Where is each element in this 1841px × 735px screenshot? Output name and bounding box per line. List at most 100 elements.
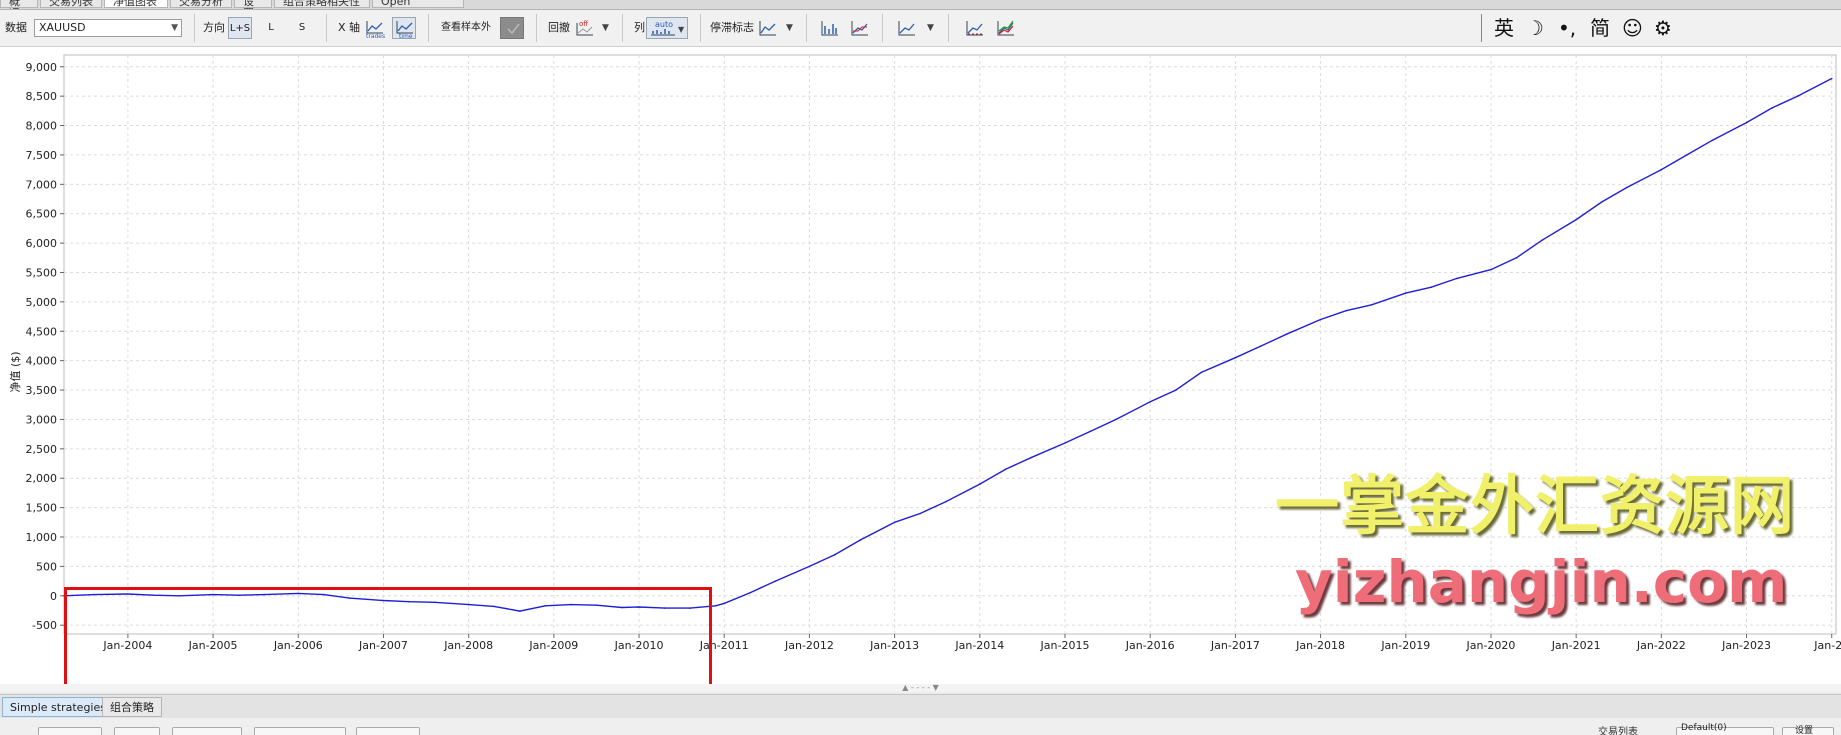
footer-button[interactable]: [172, 727, 242, 735]
equity-data-point: [1686, 154, 1688, 156]
toolbar-divider: [948, 14, 949, 42]
trades-chart-icon: trades: [366, 21, 385, 38]
footer-button[interactable]: [254, 727, 346, 735]
bar-chart-icon: [821, 21, 838, 36]
x-tick-label: Jan-2017: [1210, 639, 1260, 652]
y-tick-label: 7,000: [26, 178, 58, 191]
direction-long-short-button[interactable]: L+S: [228, 17, 252, 39]
drawdown-dropdown-icon[interactable]: ▼: [602, 23, 609, 33]
highlight-annotation-box: [64, 587, 712, 687]
column-auto-text: auto: [655, 20, 673, 29]
x-tick-label: Jan-2019: [1380, 639, 1430, 652]
dual-line-chart-button[interactable]: [847, 17, 871, 39]
toolbar-divider: [622, 14, 623, 42]
tab-trade-analysis[interactable]: 交易分析: [170, 0, 232, 8]
tab-trade-list[interactable]: 交易列表: [40, 0, 102, 8]
equity-data-point: [893, 521, 896, 524]
drawdown-label: 回撤: [548, 21, 570, 34]
x-trades-text: trades: [366, 33, 385, 38]
toolbar-divider: [326, 14, 327, 42]
column-auto-button[interactable]: auto ▼: [646, 17, 688, 39]
ime-language-toggle[interactable]: 英: [1494, 18, 1514, 38]
gear-icon[interactable]: ⚙: [1654, 18, 1672, 38]
y-tick-label: 6,000: [26, 237, 58, 250]
x-tick-label: Jan-2014: [954, 639, 1004, 652]
footer-select[interactable]: Default(0): [1676, 723, 1774, 735]
footer-label: 交易列表: [1598, 727, 1638, 735]
equity-data-point: [774, 580, 777, 582]
tab-settings[interactable]: 设置: [234, 0, 272, 9]
x-tick-label: Jan-2013: [869, 639, 919, 652]
compare-chart-icon: [966, 21, 983, 36]
symbol-select[interactable]: XAUUSD ▼: [34, 19, 182, 37]
y-tick-label: 8,500: [26, 90, 58, 103]
tab-open-balances[interactable]: Open balances: [372, 0, 464, 9]
column-label: 列: [634, 21, 645, 34]
stagnation-dropdown-icon[interactable]: ▼: [786, 23, 793, 33]
equity-data-point: [1575, 218, 1577, 221]
y-tick-label: 2,000: [26, 472, 58, 485]
y-tick-label: 5,000: [26, 296, 58, 309]
y-tick-label: 1,500: [26, 502, 58, 515]
line-chart-dropdown-icon[interactable]: ▼: [927, 23, 934, 33]
y-tick-label: 5,500: [26, 266, 58, 279]
tab-equity-chart[interactable]: 净值图表: [104, 0, 168, 8]
direction-long-button[interactable]: L: [259, 17, 283, 39]
compare-chart-button[interactable]: [962, 17, 986, 39]
footer-select-value: Default(0): [1681, 723, 1727, 733]
x-axis-trades-button[interactable]: trades: [362, 17, 386, 39]
y-tick-label: -500: [32, 619, 57, 632]
tab-simple-strategies[interactable]: Simple strategies: [2, 697, 114, 717]
direction-label: 方向: [203, 21, 225, 34]
equity-data-point: [1200, 371, 1203, 374]
y-tick-label: 4,000: [26, 355, 58, 368]
equity-data-point: [1771, 107, 1773, 109]
panel-splitter[interactable]: ▲ - - - - ▼: [0, 684, 1841, 692]
equity-data-point: [1260, 345, 1262, 347]
watermark-url: yizhangjin.com: [1295, 548, 1788, 616]
footer-button[interactable]: [114, 727, 160, 735]
symbol-value: XAUUSD: [39, 21, 86, 34]
multi-series-chart-button[interactable]: [993, 17, 1017, 39]
x-axis-time-button[interactable]: time: [392, 17, 416, 39]
punctuation-icon[interactable]: •,: [1558, 18, 1576, 38]
toolbar-divider: [882, 14, 883, 42]
footer-button[interactable]: [356, 727, 420, 735]
equity-data-point: [723, 602, 725, 605]
stagnation-chart-icon: [759, 21, 776, 36]
equity-data-point: [1430, 286, 1433, 288]
equity-data-point: [1515, 257, 1518, 259]
direction-short-button[interactable]: S: [290, 17, 314, 39]
x-time-text: time: [399, 33, 413, 38]
bar-chart-button[interactable]: [817, 17, 841, 39]
line-chart-button[interactable]: [894, 17, 918, 39]
equity-data-point: [1030, 456, 1032, 459]
equity-data-point: [979, 483, 981, 485]
multi-series-chart-icon: [997, 20, 1014, 36]
out-of-sample-toggle[interactable]: [500, 17, 524, 39]
footer-settings-label: 设置: [1795, 726, 1814, 735]
equity-data-point: [1796, 95, 1799, 97]
equity-data-point: [1004, 468, 1007, 471]
equity-data-point: [714, 605, 717, 607]
smile-icon[interactable]: ☺: [1622, 18, 1643, 38]
x-tick-label: Jan-2021: [1551, 639, 1601, 652]
ime-simplified-toggle[interactable]: 简: [1590, 18, 1610, 38]
line-chart-icon: [898, 21, 915, 36]
watermark-chinese: 一掌金外汇资源网: [1275, 470, 1795, 544]
tab-portfolio-correlation[interactable]: 组合策略相关性: [274, 0, 370, 8]
y-axis-label: 净值 ($): [8, 351, 22, 392]
moon-icon[interactable]: ☽: [1526, 18, 1544, 38]
tab-portfolio-strategies[interactable]: 组合策略: [102, 697, 162, 717]
footer-button[interactable]: [38, 727, 102, 735]
auto-column-icon: auto ▼: [651, 20, 685, 36]
footer-settings-button[interactable]: 设置: [1782, 726, 1834, 735]
y-tick-label: 500: [36, 560, 57, 573]
tab-overview[interactable]: 概况: [0, 0, 38, 9]
toolbar-divider: [806, 14, 807, 42]
stagnation-button[interactable]: [755, 17, 779, 39]
drawdown-button[interactable]: off: [572, 17, 596, 39]
equity-data-point: [1064, 442, 1066, 444]
y-tick-label: 7,500: [26, 149, 58, 162]
equity-data-point: [944, 500, 947, 503]
